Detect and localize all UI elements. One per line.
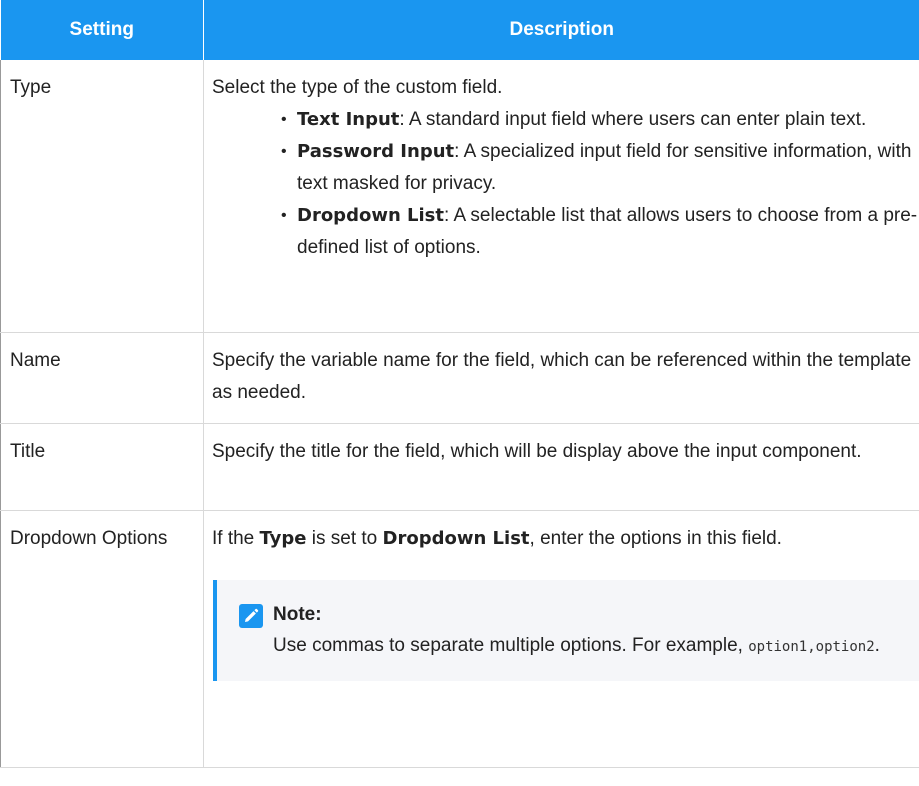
- header-setting: Setting: [0, 0, 204, 60]
- type-options-list: Text Input: A standard input field where…: [212, 104, 919, 264]
- desc-bold-dropdown-list: Dropdown List: [382, 528, 530, 549]
- setting-cell: Dropdown Options: [0, 510, 204, 768]
- header-description: Description: [203, 0, 919, 60]
- setting-cell: Name: [0, 332, 204, 424]
- list-item: Text Input: A standard input field where…: [281, 104, 919, 136]
- desc-text: If the: [212, 528, 260, 549]
- option-term: Password Input: [297, 141, 455, 162]
- inline-code: option1,option2: [748, 639, 875, 655]
- note-text: Use commas to separate multiple options.…: [273, 635, 749, 656]
- table-row-type: Type Select the type of the custom field…: [0, 60, 919, 333]
- note-title: Note:: [273, 604, 322, 625]
- desc-bold-type: Type: [259, 528, 307, 549]
- option-term: Dropdown List: [297, 205, 444, 226]
- list-item: Dropdown List: A selectable list that al…: [281, 200, 919, 264]
- table-row-title: Title Specify the title for the field, w…: [0, 423, 919, 511]
- description-cell: If the Type is set to Dropdown List, ent…: [203, 510, 919, 768]
- setting-cell: Type: [0, 60, 204, 333]
- note-body: Use commas to separate multiple options.…: [273, 630, 900, 663]
- type-intro: Select the type of the custom field.: [212, 77, 503, 98]
- settings-table: Setting Description Type Select the type…: [0, 0, 919, 768]
- desc-text: , enter the options in this field.: [529, 528, 782, 549]
- note-box: Note: Use commas to separate multiple op…: [213, 580, 919, 681]
- table-header-row: Setting Description: [0, 0, 919, 60]
- option-desc: : A standard input field where users can…: [399, 109, 867, 130]
- setting-label: Dropdown Options: [10, 528, 168, 549]
- description-cell: Select the type of the custom field. Tex…: [203, 60, 919, 333]
- option-term: Text Input: [297, 109, 400, 130]
- description-cell: Specify the variable name for the field,…: [203, 332, 919, 424]
- list-item: Password Input: A specialized input fiel…: [281, 136, 919, 200]
- table-row-name: Name Specify the variable name for the f…: [0, 332, 919, 424]
- edit-note-icon: [239, 604, 263, 628]
- note-text-end: .: [874, 635, 880, 656]
- description-cell: Specify the title for the field, which w…: [203, 423, 919, 511]
- desc-text: is set to: [306, 528, 383, 549]
- dropdown-description: If the Type is set to Dropdown List, ent…: [212, 523, 919, 555]
- setting-cell: Title: [0, 423, 204, 511]
- table-row-dropdown-options: Dropdown Options If the Type is set to D…: [0, 510, 919, 768]
